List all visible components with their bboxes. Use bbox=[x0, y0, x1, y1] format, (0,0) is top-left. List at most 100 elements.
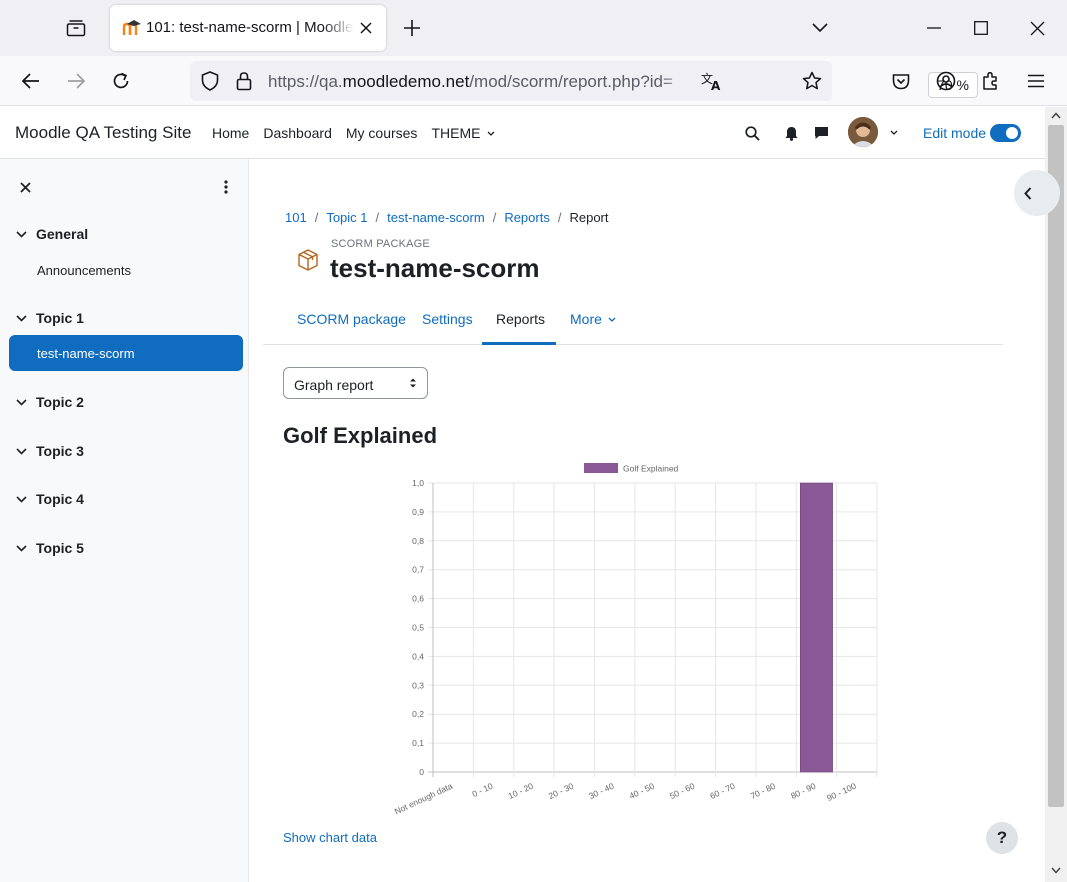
x-tick-label: 70 - 80 bbox=[749, 781, 777, 801]
breadcrumb-activity[interactable]: test-name-scorm bbox=[387, 210, 485, 225]
tab-scorm-package[interactable]: SCORM package bbox=[297, 311, 406, 327]
close-window-icon[interactable] bbox=[1021, 12, 1053, 44]
section-label: Topic 5 bbox=[36, 540, 84, 556]
chevron-down-icon[interactable] bbox=[16, 398, 27, 406]
breadcrumb-separator: / bbox=[492, 210, 497, 225]
close-tab-icon[interactable] bbox=[356, 18, 376, 38]
account-icon[interactable] bbox=[930, 65, 962, 97]
section-topic-1[interactable]: Topic 1 bbox=[16, 307, 84, 329]
y-tick-label: 0,8 bbox=[412, 536, 424, 546]
x-tick-label: 80 - 90 bbox=[789, 781, 817, 801]
activity-announcements[interactable]: Announcements bbox=[37, 263, 131, 278]
lock-icon[interactable] bbox=[228, 65, 260, 97]
address-bar[interactable]: https://qa.moodledemo.net/mod/scorm/repo… bbox=[190, 61, 978, 101]
back-arrow-icon[interactable] bbox=[15, 65, 47, 97]
chevron-down-icon[interactable] bbox=[16, 230, 27, 238]
breadcrumb-reports[interactable]: Reports bbox=[504, 210, 550, 225]
section-topic-5[interactable]: Topic 5 bbox=[16, 537, 84, 559]
nav-theme[interactable]: THEME bbox=[431, 125, 495, 141]
nav-my-courses[interactable]: My courses bbox=[346, 125, 418, 141]
browser-tab-active[interactable]: 101: test-name-scorm | Moodle QA Testing… bbox=[110, 5, 386, 51]
chevron-down-icon[interactable] bbox=[16, 447, 27, 455]
x-tick-label: 30 - 40 bbox=[587, 781, 615, 801]
y-tick-label: 0,9 bbox=[412, 507, 424, 517]
user-avatar[interactable] bbox=[848, 117, 878, 147]
breadcrumb-current: Report bbox=[569, 210, 609, 225]
search-icon[interactable] bbox=[740, 121, 764, 145]
x-tick-label: 90 - 100 bbox=[825, 781, 858, 803]
x-tick-label: 40 - 50 bbox=[628, 781, 656, 801]
extensions-puzzle-icon[interactable] bbox=[975, 65, 1007, 97]
chevron-down-icon[interactable] bbox=[16, 495, 27, 503]
pocket-icon[interactable] bbox=[885, 65, 917, 97]
app-menu-hamburger-icon[interactable] bbox=[1020, 65, 1052, 97]
browser-tab-bar: 101: test-name-scorm | Moodle QA Testing… bbox=[0, 0, 1067, 56]
x-tick-label: 20 - 30 bbox=[547, 781, 575, 801]
open-block-drawer-button[interactable] bbox=[1014, 170, 1060, 216]
course-index-drawer: General Announcements Topic 1 test-name-… bbox=[0, 159, 249, 882]
chevron-down-icon[interactable] bbox=[16, 314, 27, 322]
breadcrumb: 101 / Topic 1 / test-name-scorm / Report… bbox=[285, 210, 609, 225]
bookmark-star-icon[interactable] bbox=[796, 65, 828, 97]
browser-nav-bar: https://qa.moodledemo.net/mod/scorm/repo… bbox=[0, 56, 1067, 106]
section-label: Topic 3 bbox=[36, 443, 84, 459]
chevron-down-icon[interactable] bbox=[16, 544, 27, 552]
new-tab-icon[interactable] bbox=[399, 15, 425, 41]
maximize-icon[interactable] bbox=[965, 12, 997, 44]
report-heading: Golf Explained bbox=[283, 423, 438, 448]
chevron-down-icon bbox=[608, 317, 616, 323]
tab-more[interactable]: More bbox=[570, 311, 616, 327]
show-chart-data-link[interactable]: Show chart data bbox=[283, 830, 377, 845]
primary-navigation: Home Dashboard My courses THEME bbox=[212, 125, 495, 141]
user-menu-chevron-down-icon[interactable] bbox=[882, 121, 906, 145]
nav-theme-label: THEME bbox=[431, 125, 481, 141]
y-tick-label: 0,3 bbox=[412, 680, 424, 690]
tab-settings[interactable]: Settings bbox=[422, 311, 473, 327]
reload-icon[interactable] bbox=[105, 65, 137, 97]
nav-home[interactable]: Home bbox=[212, 125, 249, 141]
y-tick-label: 0,7 bbox=[412, 565, 424, 575]
minimize-icon[interactable] bbox=[918, 12, 950, 44]
help-button[interactable]: ? bbox=[986, 822, 1018, 854]
notifications-bell-icon[interactable] bbox=[779, 121, 803, 145]
tab-list-icon[interactable] bbox=[62, 14, 90, 42]
legend-swatch bbox=[584, 463, 618, 473]
page-scrollbar[interactable] bbox=[1045, 107, 1067, 882]
section-topic-2[interactable]: Topic 2 bbox=[16, 391, 84, 413]
site-name[interactable]: Moodle QA Testing Site bbox=[15, 123, 191, 143]
tab-title: 101: test-name-scorm | Moodle QA Testing… bbox=[146, 19, 354, 36]
x-tick-label: 60 - 70 bbox=[708, 781, 736, 801]
section-label: Topic 2 bbox=[36, 394, 84, 410]
section-topic-4[interactable]: Topic 4 bbox=[16, 488, 84, 510]
graph-report-chart: 0 0,1 0,2 0,3 0,4 0,5 0,6 0,7 0,8 0,9 1,0 Not enoug… bbox=[393, 463, 878, 816]
translate-icon[interactable]: 文A bbox=[696, 65, 728, 97]
edit-mode-toggle[interactable] bbox=[990, 124, 1021, 142]
tab-reports[interactable]: Reports bbox=[496, 311, 545, 327]
shield-icon[interactable] bbox=[194, 65, 226, 97]
report-type-select[interactable]: Graph report bbox=[283, 367, 428, 399]
section-label: Topic 1 bbox=[36, 310, 84, 326]
section-general[interactable]: General bbox=[16, 223, 88, 245]
y-tick-label: 0,5 bbox=[412, 623, 424, 633]
tab-more-label: More bbox=[570, 311, 602, 327]
moodle-favicon-icon bbox=[122, 20, 141, 35]
section-topic-3[interactable]: Topic 3 bbox=[16, 440, 84, 462]
scroll-up-arrow-icon[interactable] bbox=[1051, 112, 1061, 119]
messages-chat-icon[interactable] bbox=[809, 121, 833, 145]
list-all-tabs-chevron-icon[interactable] bbox=[804, 12, 836, 44]
drawer-options-kebab-icon[interactable] bbox=[216, 176, 236, 198]
x-tick-label: 50 - 60 bbox=[668, 781, 696, 801]
bar-80-90 bbox=[800, 482, 833, 773]
chevron-down-icon bbox=[487, 131, 495, 137]
page-title: test-name-scorm bbox=[330, 253, 540, 283]
scroll-down-arrow-icon[interactable] bbox=[1051, 867, 1061, 874]
activity-test-name-scorm[interactable]: test-name-scorm bbox=[9, 335, 243, 371]
nav-dashboard[interactable]: Dashboard bbox=[263, 125, 332, 141]
close-drawer-icon[interactable] bbox=[14, 176, 36, 198]
forward-arrow-icon[interactable] bbox=[60, 65, 92, 97]
breadcrumb-section[interactable]: Topic 1 bbox=[326, 210, 367, 225]
scrollbar-thumb[interactable] bbox=[1048, 125, 1064, 807]
secondary-navigation-tabs: SCORM package Settings Reports More bbox=[263, 298, 1003, 345]
breadcrumb-course[interactable]: 101 bbox=[285, 210, 307, 225]
url-text[interactable]: https://qa.moodledemo.net/mod/scorm/repo… bbox=[268, 72, 694, 92]
